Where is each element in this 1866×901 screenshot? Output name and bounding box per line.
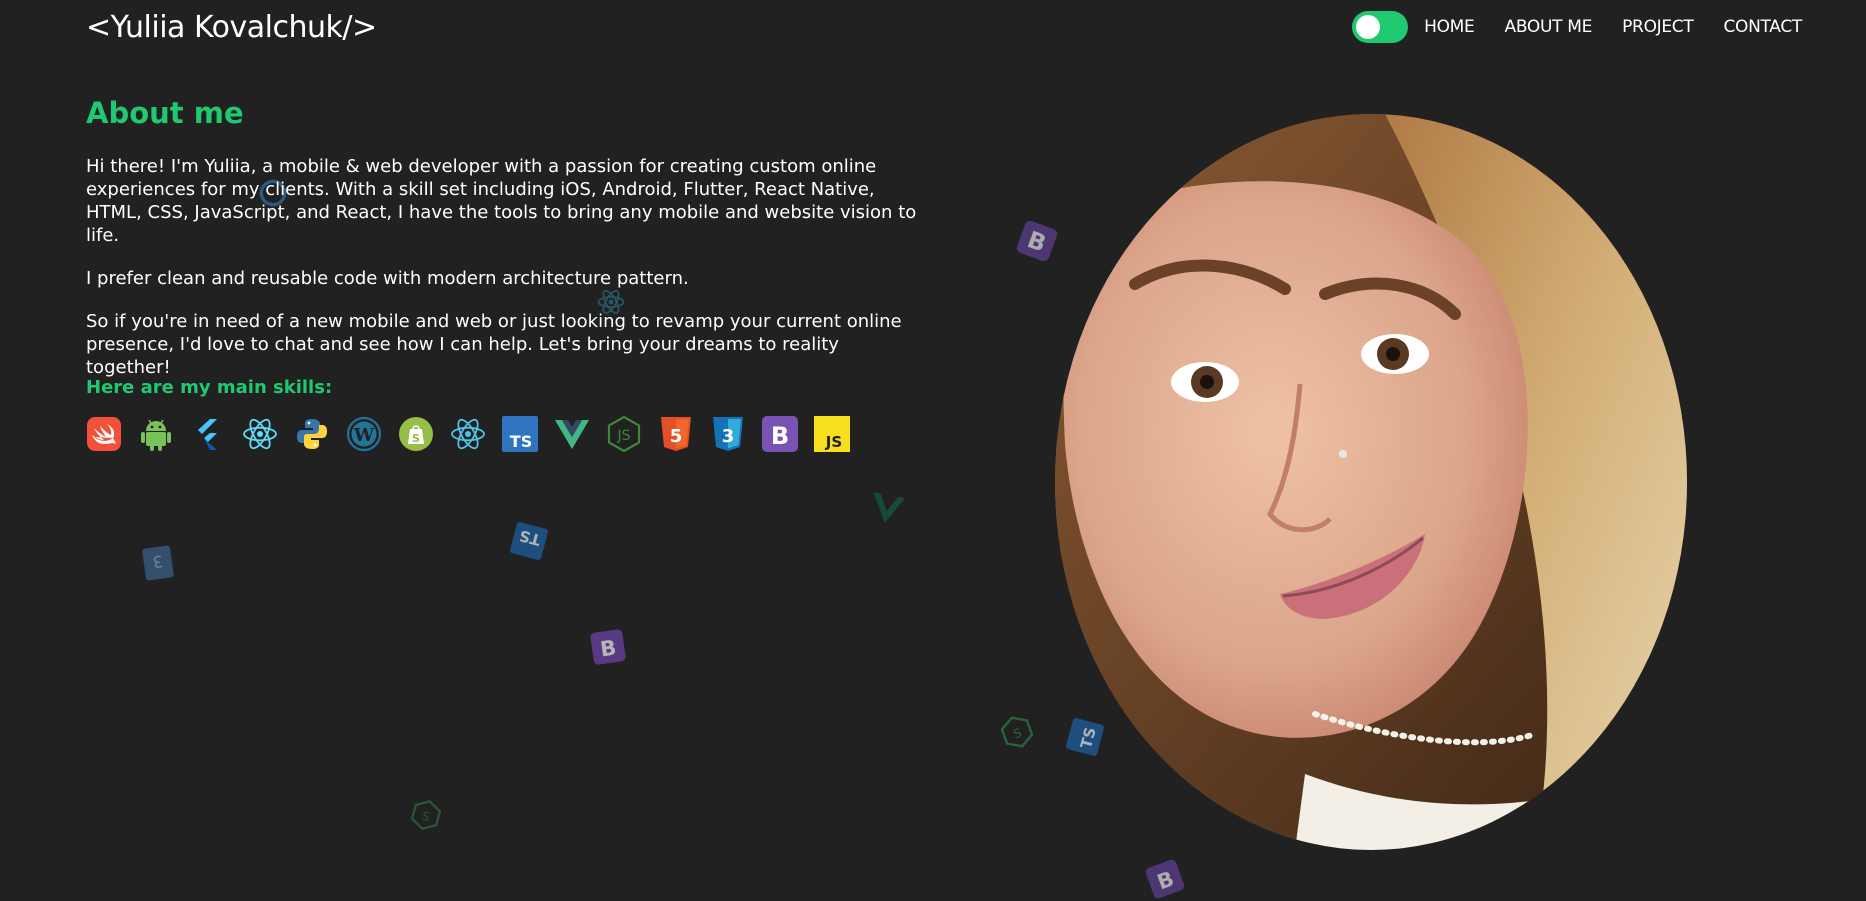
css3-label: 3	[722, 426, 735, 447]
python-icon	[294, 416, 330, 452]
theme-toggle[interactable]	[1352, 11, 1409, 43]
wordpress-icon: W	[346, 416, 382, 452]
html5-icon: 5	[658, 416, 694, 452]
floating-css3-icon: 3	[141, 544, 175, 582]
svg-text:W: W	[353, 425, 375, 446]
skills-list: W S TS JS 5 3 B JS	[86, 416, 866, 452]
svg-text:S: S	[420, 809, 431, 824]
floating-nodejs-icon: S	[406, 794, 446, 835]
about-paragraph-contact: So if you're in need of a new mobile and…	[86, 311, 902, 378]
toggle-knob	[1356, 15, 1381, 39]
floating-nodejs-icon-2: S	[995, 710, 1039, 754]
svg-text:B: B	[599, 636, 618, 662]
skills-title: Here are my main skills:	[86, 377, 333, 398]
swift-icon	[86, 416, 122, 452]
react-icon	[242, 416, 278, 452]
floating-bootstrap-icon-2: B	[589, 628, 627, 666]
main-nav: HOME ABOUT ME PROJECT CONTACT	[1352, 11, 1802, 43]
site-logo[interactable]: <Yuliia Kovalchuk/>	[86, 10, 377, 45]
svg-text:S: S	[412, 432, 420, 445]
about-paragraph-code: I prefer clean and reusable code with mo…	[86, 268, 689, 289]
nav-project[interactable]: PROJECT	[1622, 17, 1694, 37]
nav-home[interactable]: HOME	[1424, 17, 1475, 37]
typescript-label: TS	[510, 432, 532, 451]
css3-icon: 3	[710, 416, 746, 452]
floating-typescript-icon: TS	[508, 520, 550, 562]
nav-contact[interactable]: CONTACT	[1723, 17, 1802, 37]
floating-bootstrap-icon: B	[1013, 217, 1062, 266]
typescript-icon: TS	[502, 416, 538, 452]
profile-photo	[1055, 114, 1687, 850]
javascript-icon: JS	[814, 416, 850, 452]
about-paragraph-intro: Hi there! I'm Yuliia, a mobile & web dev…	[86, 156, 917, 246]
flutter-icon	[190, 416, 226, 452]
android-icon	[138, 416, 174, 452]
svg-text:JS: JS	[616, 428, 630, 444]
floating-vue-icon	[866, 490, 907, 528]
nodejs-icon: JS	[606, 416, 642, 452]
nav-about-me[interactable]: ABOUT ME	[1504, 17, 1592, 37]
floating-typescript-icon-2: TS	[1064, 716, 1106, 758]
bootstrap-label: B	[771, 422, 789, 450]
html5-label: 5	[670, 426, 683, 447]
shopify-icon: S	[398, 416, 434, 452]
vue-icon	[554, 416, 590, 452]
svg-text:S: S	[1012, 726, 1024, 742]
bootstrap-icon: B	[762, 416, 798, 452]
about-title: About me	[86, 96, 244, 130]
javascript-label: JS	[825, 433, 842, 451]
floating-bootstrap-icon-3: B	[1143, 857, 1187, 901]
react-native-icon	[450, 416, 486, 452]
